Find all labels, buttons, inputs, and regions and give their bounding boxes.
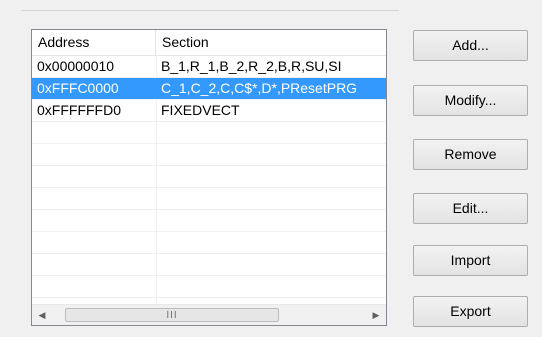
section-cell: C_1,C_2,C,C$*,D*,PResetPRG bbox=[156, 78, 386, 99]
column-header-address[interactable]: Address bbox=[32, 30, 156, 55]
empty-row bbox=[32, 188, 386, 210]
remove-button[interactable]: Remove bbox=[413, 139, 528, 170]
frame-top-line bbox=[21, 10, 399, 11]
table-row[interactable]: 0x00000010 B_1,R_1,B_2,R_2,B,R,SU,SI bbox=[32, 56, 386, 78]
horizontal-scrollbar[interactable]: ◀ III ▶ bbox=[32, 304, 386, 325]
section-address-list[interactable]: Address Section 0x00000010 B_1,R_1,B_2,R… bbox=[31, 29, 387, 326]
export-button[interactable]: Export bbox=[413, 296, 528, 327]
scroll-left-icon[interactable]: ◀ bbox=[32, 305, 52, 325]
scroll-right-icon[interactable]: ▶ bbox=[366, 305, 386, 325]
modify-button[interactable]: Modify... bbox=[413, 85, 528, 116]
empty-row bbox=[32, 232, 386, 254]
empty-row bbox=[32, 122, 386, 144]
address-cell: 0xFFFC0000 bbox=[37, 80, 119, 96]
empty-row bbox=[32, 144, 386, 166]
list-rows: 0x00000010 B_1,R_1,B_2,R_2,B,R,SU,SI 0xF… bbox=[32, 56, 386, 298]
add-button[interactable]: Add... bbox=[413, 30, 528, 61]
empty-row bbox=[32, 276, 386, 298]
edit-button[interactable]: Edit... bbox=[413, 193, 528, 224]
column-header-section[interactable]: Section bbox=[156, 30, 386, 55]
section-cell: B_1,R_1,B_2,R_2,B,R,SU,SI bbox=[161, 58, 342, 74]
list-header: Address Section bbox=[32, 30, 386, 56]
address-cell: 0x00000010 bbox=[37, 58, 115, 74]
table-row-selected[interactable]: 0xFFFC0000 C_1,C_2,C,C$*,D*,PResetPRG bbox=[32, 78, 386, 100]
section-cell: FIXEDVECT bbox=[161, 102, 240, 118]
address-cell: 0xFFFFFFD0 bbox=[37, 102, 121, 118]
empty-row bbox=[32, 254, 386, 276]
import-button[interactable]: Import bbox=[413, 245, 528, 276]
empty-row bbox=[32, 210, 386, 232]
table-row[interactable]: 0xFFFFFFD0 FIXEDVECT bbox=[32, 100, 386, 122]
empty-row bbox=[32, 166, 386, 188]
scrollbar-thumb[interactable]: III bbox=[65, 308, 279, 322]
